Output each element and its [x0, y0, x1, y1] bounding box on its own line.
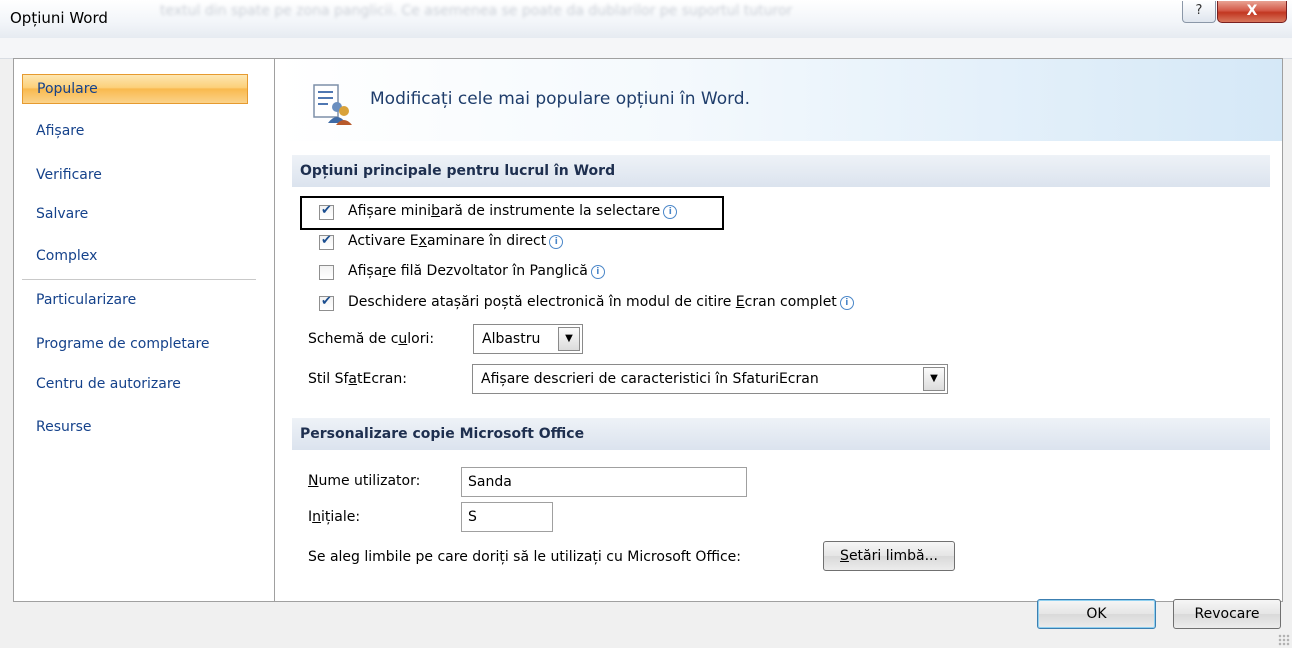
ok-button[interactable]: OK	[1037, 599, 1156, 629]
sidebar-item-particularizare[interactable]: Particularizare	[22, 286, 248, 316]
color-scheme-value: Albastru	[482, 331, 541, 347]
sidebar-item-salvare[interactable]: Salvare	[22, 200, 248, 230]
sidebar-item-programe-de-completare[interactable]: Programe de completare	[22, 330, 248, 360]
initials-input[interactable]: S	[461, 502, 553, 532]
info-icon: i	[590, 265, 605, 279]
word-options-dialog: textul din spate pe zona panglicii. Ce a…	[0, 0, 1292, 648]
username-label: Nume utilizator:	[308, 473, 421, 489]
chevron-down-icon[interactable]: ▼	[923, 367, 945, 391]
sidebar-item-centru-de-autorizare[interactable]: Centru de autorizare	[22, 370, 248, 400]
sidebar-divider	[22, 279, 256, 280]
page-header: Modificați cele mai populare opțiuni în …	[276, 59, 1282, 141]
info-icon: i	[549, 235, 564, 249]
close-icon: X	[1246, 3, 1258, 19]
help-button[interactable]: ?	[1182, 1, 1216, 23]
page-description: Modificați cele mai populare opțiuni în …	[370, 89, 750, 109]
title-bar[interactable]: textul din spate pe zona panglicii. Ce a…	[0, 0, 1292, 38]
language-settings-button[interactable]: Setări limbă...	[823, 541, 955, 571]
sidebar-item-resurse[interactable]: Resurse	[22, 413, 248, 443]
sidebar-item-complex[interactable]: Complex	[22, 242, 248, 272]
language-settings-text: Se aleg limbile pe care doriți să le uti…	[308, 549, 742, 565]
info-icon: i	[839, 296, 854, 310]
dialog-frame	[0, 38, 1292, 59]
screentip-style-value: Afișare descrieri de caracteristici în S…	[481, 371, 819, 387]
sidebar-item-verificare[interactable]: Verificare	[22, 161, 248, 191]
chevron-down-icon[interactable]: ▼	[558, 327, 580, 351]
popular-options-icon	[313, 84, 352, 125]
full-screen-reading-label[interactable]: Deschidere atașări poștă electronică în …	[348, 294, 854, 310]
live-preview-checkbox[interactable]	[319, 233, 334, 250]
username-input[interactable]: Sanda	[461, 467, 747, 497]
sidebar-item-afisare[interactable]: Afișare	[22, 117, 248, 147]
color-scheme-select[interactable]: Albastru ▼	[473, 324, 583, 354]
initials-label: Inițiale:	[308, 509, 361, 525]
live-preview-label[interactable]: Activare Examinare în direct i	[348, 233, 564, 249]
close-button[interactable]: X	[1217, 1, 1287, 23]
cancel-button[interactable]: Revocare	[1173, 599, 1281, 629]
resize-grip[interactable]	[1278, 634, 1290, 646]
background-window-text: textul din spate pe zona panglicii. Ce a…	[160, 4, 793, 19]
highlight-frame	[300, 196, 724, 230]
screentip-style-select[interactable]: Afișare descrieri de caracteristici în S…	[472, 364, 948, 394]
main-panel: Modificați cele mai populare opțiuni în …	[276, 59, 1282, 601]
window-title: Opțiuni Word	[10, 9, 108, 27]
color-scheme-label: Schemă de culori:	[308, 331, 435, 347]
screentip-style-label: Stil SfatEcran:	[308, 371, 407, 387]
sidebar-item-populare[interactable]: Populare	[22, 74, 248, 104]
full-screen-reading-checkbox[interactable]	[319, 294, 334, 311]
section-personalize-heading: Personalizare copie Microsoft Office	[292, 418, 1270, 450]
developer-tab-label[interactable]: Afișare filă Dezvoltator în Panglică i	[348, 263, 605, 279]
section-main-options-heading: Opțiuni principale pentru lucrul în Word	[292, 155, 1270, 187]
help-icon: ?	[1195, 3, 1203, 18]
developer-tab-checkbox[interactable]	[319, 265, 334, 280]
